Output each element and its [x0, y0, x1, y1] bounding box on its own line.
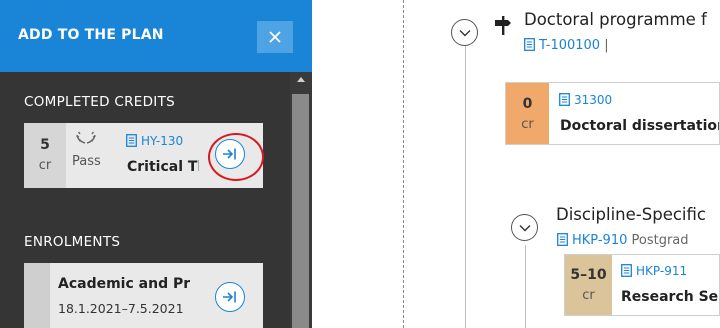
enrolment-dates: 18.1.2021–7.5.2021: [58, 301, 184, 316]
credits-unit: cr: [38, 158, 52, 173]
sidebar-header: ADD TO THE PLAN: [0, 0, 312, 72]
highlight-circle: [208, 133, 264, 181]
enrolment-card[interactable]: Academic and Professional 18.1.2021–7.5.…: [24, 263, 263, 328]
tree-connector: [465, 46, 466, 328]
enrolment-card-strip: [24, 263, 50, 328]
close-icon: [269, 31, 281, 43]
app-root: ADD TO THE PLAN COMPLETED CREDITS 5 cr P…: [0, 0, 720, 328]
document-icon: [557, 233, 568, 246]
programme-separator: |: [604, 38, 609, 53]
credits-unit: cr: [582, 288, 595, 303]
add-enrolment-button[interactable]: [215, 282, 245, 312]
credits-value: 5: [40, 137, 50, 153]
course-code-link[interactable]: HKP-911: [621, 264, 687, 278]
document-icon: [524, 38, 535, 51]
course-code: 31300: [574, 93, 613, 107]
credits-value: 5–10: [570, 267, 607, 283]
sidebar-scrollbar[interactable]: [290, 72, 312, 328]
tree-connector: [525, 245, 526, 328]
grade-column: Pass: [66, 123, 106, 188]
sidebar-title: ADD TO THE PLAN: [18, 27, 164, 43]
close-button[interactable]: [257, 21, 293, 53]
enrolment-name: Academic and Professional: [58, 276, 190, 292]
programme-code-line[interactable]: T-100100 |: [524, 38, 609, 53]
signpost-icon: [495, 16, 511, 35]
programme-title: Doctoral programme f: [524, 10, 707, 29]
card-credits: 5 cr: [24, 123, 66, 188]
course-name: Critical Thinking: [127, 159, 199, 175]
discipline-code: HKP-910: [572, 233, 628, 248]
course-code: HY-130: [141, 134, 184, 148]
course-credits: 5–10 cr: [565, 255, 612, 315]
column-divider: [403, 0, 404, 328]
add-to-plan-sidebar: ADD TO THE PLAN COMPLETED CREDITS 5 cr P…: [0, 0, 312, 328]
programme-code: T-100100: [539, 38, 601, 53]
chevron-down-icon: [459, 29, 470, 36]
arrow-to-line-icon: [223, 291, 236, 303]
course-code-link[interactable]: HY-130: [126, 134, 198, 148]
document-icon: [621, 264, 632, 277]
chevron-down-icon: [519, 224, 530, 231]
completed-credits-heading: COMPLETED CREDITS: [24, 94, 175, 110]
scroll-up-icon[interactable]: [294, 74, 308, 86]
course-code-link[interactable]: 31300: [559, 93, 612, 107]
research-course-card[interactable]: 5–10 cr HKP-911 Research Seminar: [564, 254, 720, 316]
dissertation-course-card[interactable]: 0 cr 31300 Doctoral dissertation: [505, 82, 720, 145]
collapse-discipline-button[interactable]: [511, 214, 538, 241]
grade-label: Pass: [72, 154, 101, 169]
enrolments-heading: ENROLMENTS: [24, 234, 121, 250]
course-code: HKP-911: [636, 264, 688, 278]
course-name: Doctoral dissertation: [560, 118, 720, 134]
course-credits: 0 cr: [506, 83, 549, 144]
course-name: Research Seminar: [621, 289, 719, 305]
discipline-code-line[interactable]: HKP-910 Postgrad: [557, 233, 689, 248]
laurel-icon: [76, 131, 96, 144]
discipline-title: Discipline-Specific: [556, 205, 706, 224]
collapse-programme-button[interactable]: [451, 19, 478, 46]
credits-unit: cr: [521, 117, 534, 132]
discipline-suffix: Postgrad: [631, 233, 689, 248]
credits-value: 0: [522, 96, 533, 112]
document-icon: [559, 93, 570, 106]
document-icon: [126, 134, 137, 147]
scrollbar-thumb[interactable]: [292, 94, 309, 328]
